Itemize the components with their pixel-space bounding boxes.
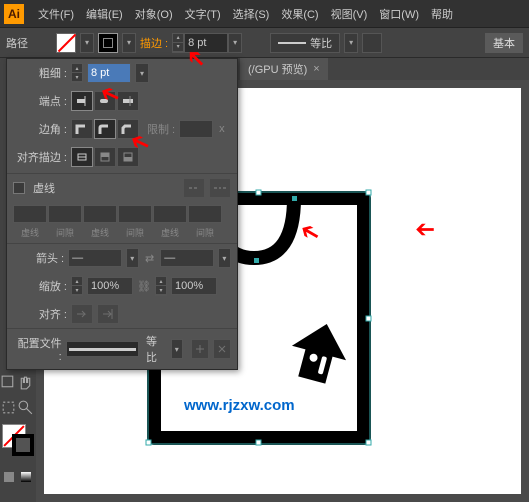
scale-start-input[interactable]: 100% [87, 277, 133, 295]
menu-bar: Ai 文件(F) 编辑(E) 对象(O) 文字(T) 选择(S) 效果(C) 视… [0, 0, 529, 28]
dash-preserve-button[interactable] [183, 178, 205, 198]
scale-start-stepper[interactable]: ▴▾ [71, 276, 83, 296]
align-inside-button[interactable] [94, 147, 116, 167]
menu-help[interactable]: 帮助 [425, 6, 459, 22]
weight-stepper[interactable]: ▴▾ [71, 63, 83, 83]
stroke-swatch[interactable] [98, 33, 118, 53]
menu-effect[interactable]: 效果(C) [275, 6, 324, 22]
fill-swatch[interactable] [56, 33, 76, 53]
arrow-align-tip-button[interactable] [97, 304, 119, 324]
stroke-swatch-tool[interactable] [12, 434, 34, 456]
stroke-label: 描边 : [140, 35, 168, 51]
dash-lbl-4: 间隙 [118, 226, 152, 239]
flip-along-button[interactable] [191, 339, 209, 359]
align-outside-button[interactable] [117, 147, 139, 167]
menu-text[interactable]: 文字(T) [179, 6, 227, 22]
limit-x: x [219, 123, 225, 135]
tool-color[interactable] [0, 465, 17, 489]
weight-label: 粗细 : [13, 65, 67, 81]
profile-dropdown[interactable]: ▾ [171, 339, 183, 359]
basic-button[interactable]: 基本 [485, 33, 523, 53]
menu-object[interactable]: 对象(O) [129, 6, 179, 22]
opacity-icon[interactable] [362, 33, 382, 53]
app-logo: Ai [4, 4, 24, 24]
dash-2-input[interactable] [83, 205, 117, 223]
link-scale-icon[interactable]: ⛓ [137, 277, 151, 295]
swap-arrows-icon[interactable]: ⇄ [143, 249, 156, 267]
flip-across-button[interactable] [213, 339, 231, 359]
brush-ratio[interactable]: 等比 [270, 33, 340, 53]
stroke-stepper[interactable]: ▴▾ [172, 33, 184, 53]
dash-labels: 虚线 间隙 虚线 间隙 虚线 间隙 [7, 226, 237, 243]
path-label: 路径 [6, 35, 28, 51]
corner-bevel-button[interactable] [117, 119, 139, 139]
dashed-checkbox[interactable] [13, 182, 25, 194]
arrow-end-dropdown[interactable]: ▾ [218, 248, 231, 268]
corner-round-button[interactable] [94, 119, 116, 139]
tab-close-icon[interactable]: × [313, 63, 319, 75]
dash-1-input[interactable] [13, 205, 47, 223]
cap-square-button[interactable] [117, 91, 139, 111]
tool-hand[interactable] [17, 370, 34, 394]
profile-label: 配置文件 : [13, 335, 62, 363]
corner-label: 边角 : [13, 121, 67, 137]
gap-1-input[interactable] [48, 205, 82, 223]
scale-label: 缩放 : [13, 278, 67, 294]
dash-lbl-3: 虚线 [83, 226, 117, 239]
stroke-weight-input[interactable] [184, 33, 228, 53]
menu-file[interactable]: 文件(F) [32, 6, 80, 22]
corner-miter-button[interactable] [71, 119, 93, 139]
arrow-end-select[interactable]: — [160, 249, 213, 267]
menu-view[interactable]: 视图(V) [325, 6, 374, 22]
arrow-label: 箭头 : [13, 250, 64, 266]
limit-label: 限制 : [147, 121, 175, 137]
dash-align-button[interactable] [209, 178, 231, 198]
stroke-weight-control: ▴▾ ▾ [172, 33, 242, 53]
gap-3-input[interactable] [188, 205, 222, 223]
stroke-dropdown[interactable]: ▾ [122, 33, 136, 53]
profile-preview[interactable] [66, 341, 139, 357]
menu-edit[interactable]: 编辑(E) [80, 6, 129, 22]
align-center-button[interactable] [71, 147, 93, 167]
tab-title: (/GPU 预览) [248, 61, 307, 77]
document-tab[interactable]: (/GPU 预览) × [240, 58, 328, 80]
dashed-label: 虚线 [33, 180, 55, 196]
dash-fields [7, 202, 237, 226]
tool-gradient[interactable] [17, 465, 34, 489]
align-stroke-label: 对齐描边 : [13, 149, 67, 165]
dash-3-input[interactable] [153, 205, 187, 223]
arrow-start-dropdown[interactable]: ▾ [126, 248, 139, 268]
cap-label: 端点 : [13, 93, 67, 109]
scale-end-input[interactable]: 100% [171, 277, 217, 295]
tool-zoom[interactable] [17, 395, 34, 419]
profile-text: 等比 [146, 333, 164, 365]
dash-lbl-1: 虚线 [13, 226, 47, 239]
fill-stroke-control[interactable] [0, 424, 34, 458]
control-bar: 路径 ▾ ▾ 描边 : ▴▾ ▾ 等比 ▾ 基本 [0, 28, 529, 58]
tool-slice[interactable] [0, 370, 17, 394]
cap-round-button[interactable] [94, 91, 116, 111]
weight-dropdown[interactable]: ▾ [135, 63, 149, 83]
dash-lbl-5: 虚线 [153, 226, 187, 239]
limit-input[interactable] [179, 120, 213, 138]
scale-end-stepper[interactable]: ▴▾ [155, 276, 167, 296]
stroke-panel: 粗细 : ▴▾ ▾ 端点 : 边角 : 限制 : x 对齐描边 : 虚线 [6, 58, 238, 370]
gap-2-input[interactable] [118, 205, 152, 223]
fill-dropdown[interactable]: ▾ [80, 33, 94, 53]
weight-input[interactable] [87, 63, 131, 83]
dash-lbl-6: 间隙 [188, 226, 222, 239]
dash-lbl-2: 间隙 [48, 226, 82, 239]
align2-label: 对齐 : [13, 306, 67, 322]
watermark: www.rjzxw.com [184, 397, 295, 414]
stroke-weight-dropdown[interactable]: ▾ [228, 33, 242, 53]
tool-artboard[interactable] [0, 395, 17, 419]
cap-butt-button[interactable] [71, 91, 93, 111]
arrow-align-extend-button[interactable] [71, 304, 93, 324]
menu-window[interactable]: 窗口(W) [373, 6, 425, 22]
arrow-start-select[interactable]: — [68, 249, 121, 267]
ratio-dropdown[interactable]: ▾ [344, 33, 358, 53]
menu-select[interactable]: 选择(S) [227, 6, 276, 22]
